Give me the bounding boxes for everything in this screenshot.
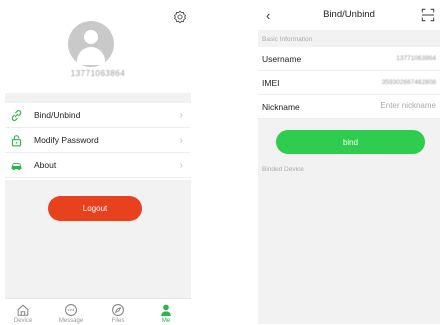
lock-icon <box>11 135 22 147</box>
link-icon <box>11 110 22 121</box>
menu-item-label: Bind/Unbind <box>34 110 81 120</box>
basic-info-list: Username 13771063864 IMEI 35930266746280… <box>258 47 440 119</box>
car-icon <box>11 163 22 171</box>
scan-icon[interactable] <box>421 8 435 22</box>
page-title: Bind/Unbind <box>323 9 375 20</box>
compass-icon <box>112 304 124 316</box>
nickname-row: Nickname <box>258 95 440 119</box>
tab-message[interactable]: Message <box>56 303 86 325</box>
person-icon <box>161 304 171 317</box>
bind-screen: ‹ Bind/Unbind Basic Information Username… <box>258 0 440 324</box>
tab-device[interactable]: Device <box>8 303 38 325</box>
chevron-right-icon: › <box>179 159 183 171</box>
username-row: Username 13771063864 <box>258 47 440 71</box>
home-icon <box>17 304 29 316</box>
section-label-binded-device: Binded Device <box>262 166 304 173</box>
tab-label: Message <box>58 318 84 324</box>
section-divider <box>5 93 191 103</box>
avatar-head-shape <box>84 30 98 44</box>
bind-button[interactable]: bind <box>276 130 425 154</box>
chevron-right-icon: › <box>179 134 183 146</box>
section-label-basic-info: Basic Information <box>262 36 313 43</box>
menu-item-bind-unbind[interactable]: Bind/Unbind › <box>5 103 191 128</box>
tab-files[interactable]: Files <box>103 303 133 325</box>
nickname-label: Nickname <box>262 102 300 112</box>
tab-label: Device <box>13 318 33 324</box>
menu-item-modify-password[interactable]: Modify Password › <box>5 128 191 153</box>
avatar-body-shape <box>77 47 105 65</box>
bottom-tab-bar: Device Message Files Me <box>5 298 191 324</box>
me-screen: 13771063864 Bind/Unbind › Modify Passwor… <box>5 0 191 324</box>
menu-item-label: Modify Password <box>34 135 99 145</box>
nickname-input[interactable] <box>346 101 436 110</box>
profile-user-id: 13771063864 <box>70 69 126 78</box>
username-label: Username <box>262 54 302 64</box>
tab-label: Files <box>111 318 125 324</box>
menu-item-label: About <box>34 160 57 170</box>
imei-label: IMEI <box>262 78 280 88</box>
nav-bar: ‹ Bind/Unbind <box>258 0 440 30</box>
imei-row: IMEI 359302667462808 <box>258 71 440 95</box>
settings-menu: Bind/Unbind › Modify Password › About › <box>5 103 191 178</box>
avatar[interactable] <box>68 21 114 67</box>
username-value: 13771063864 <box>396 55 436 62</box>
menu-item-about[interactable]: About › <box>5 153 191 178</box>
tab-label: Me <box>161 318 171 324</box>
tab-me[interactable]: Me <box>151 303 181 325</box>
chevron-right-icon: › <box>179 109 183 121</box>
message-icon <box>65 304 77 316</box>
settings-icon[interactable] <box>173 10 187 24</box>
profile-header: 13771063864 <box>5 0 191 93</box>
logout-button[interactable]: Logout <box>48 196 142 221</box>
imei-value: 359302667462808 <box>381 79 436 86</box>
